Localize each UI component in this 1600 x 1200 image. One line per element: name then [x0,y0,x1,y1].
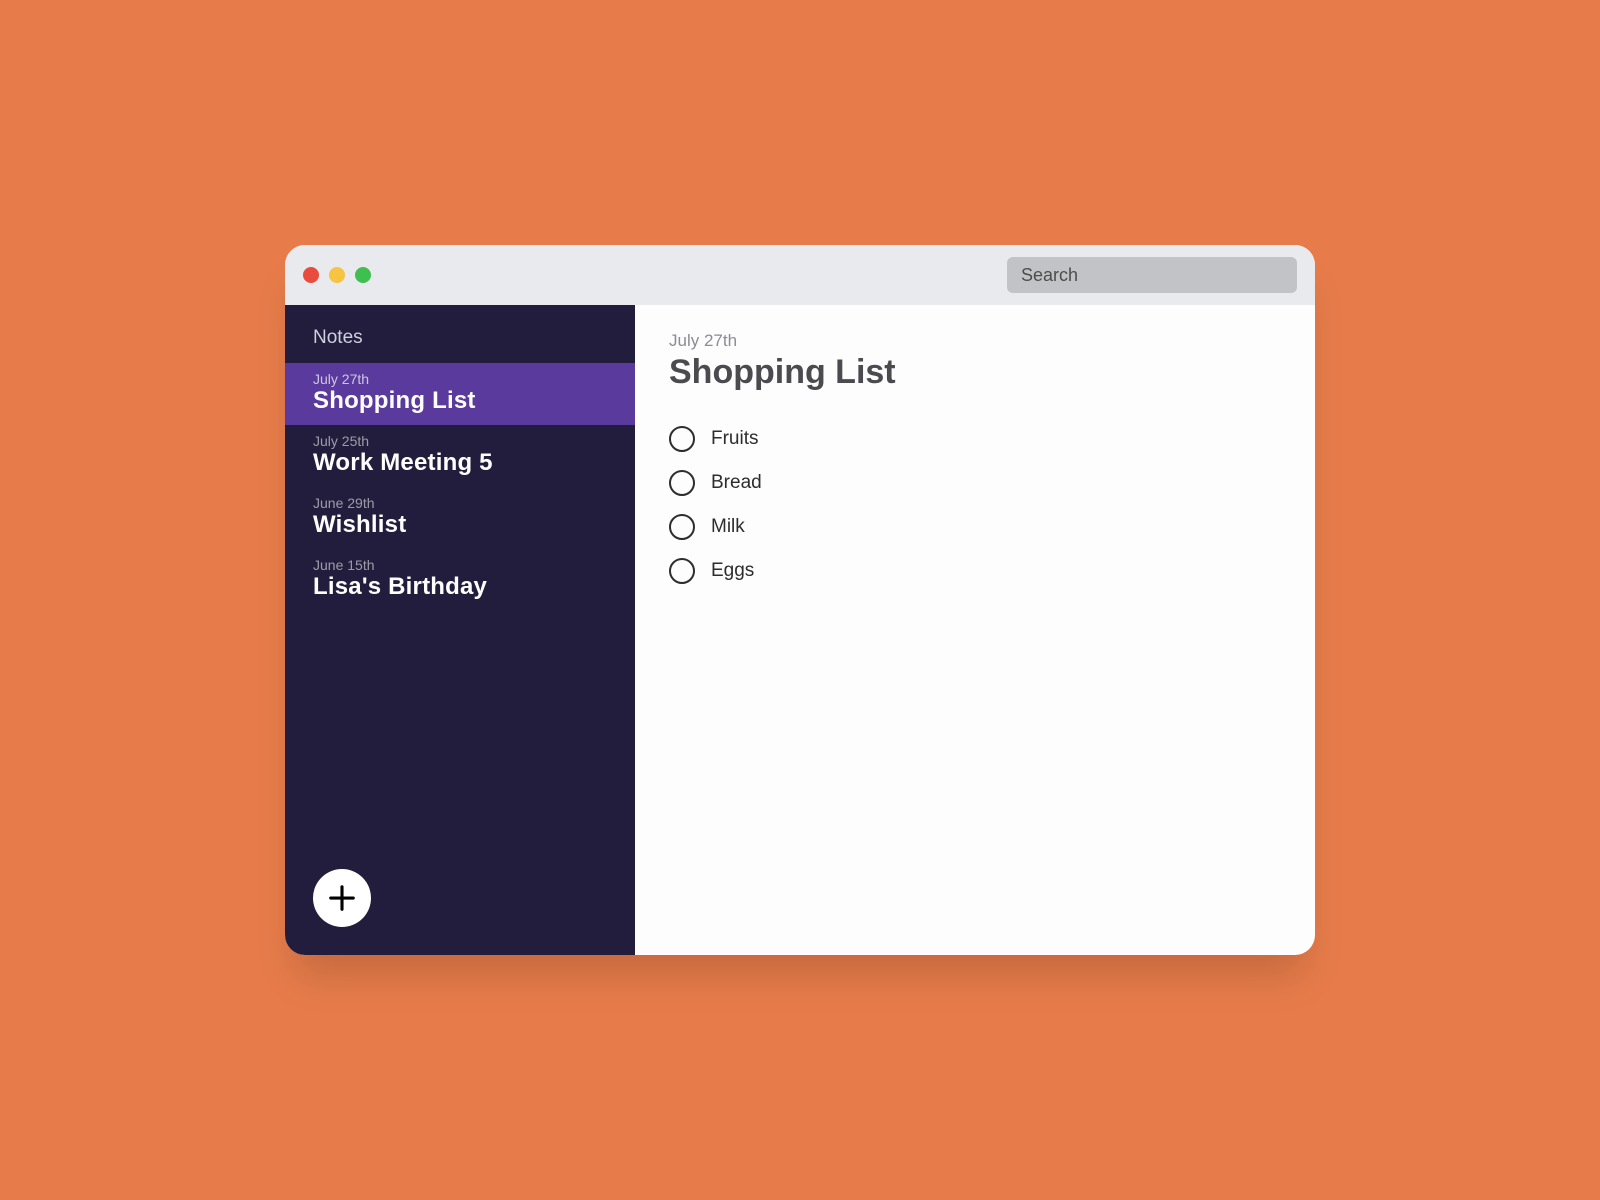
minimize-icon[interactable] [329,267,345,283]
sidebar-note-item[interactable]: July 25thWork Meeting 5 [285,425,635,487]
checklist-label: Eggs [711,560,754,582]
note-item-title: Wishlist [313,511,607,539]
note-list: July 27thShopping ListJuly 25thWork Meet… [285,363,635,611]
note-editor: July 27th Shopping List Fruits Bread Milk E… [635,305,1315,955]
checkbox-icon[interactable] [669,558,695,584]
checklist-item[interactable]: Milk [669,514,1281,540]
search-input[interactable] [1007,257,1297,293]
note-item-date: July 25th [313,433,607,449]
titlebar [285,245,1315,305]
checklist-label: Bread [711,472,762,494]
add-note-button[interactable] [313,869,371,927]
checkbox-icon[interactable] [669,514,695,540]
sidebar-note-item[interactable]: July 27thShopping List [285,363,635,425]
app-window: Notes July 27thShopping ListJuly 25thWor… [285,245,1315,955]
note-item-date: June 15th [313,557,607,573]
sidebar: Notes July 27thShopping ListJuly 25thWor… [285,305,635,955]
checkbox-icon[interactable] [669,426,695,452]
maximize-icon[interactable] [355,267,371,283]
checklist-item[interactable]: Fruits [669,426,1281,452]
app-body: Notes July 27thShopping ListJuly 25thWor… [285,305,1315,955]
checklist-label: Milk [711,516,745,538]
sidebar-note-item[interactable]: June 15thLisa's Birthday [285,549,635,611]
note-item-title: Lisa's Birthday [313,573,607,601]
close-icon[interactable] [303,267,319,283]
checklist: Fruits Bread Milk Eggs [669,426,1281,584]
note-item-date: June 29th [313,495,607,511]
note-item-date: July 27th [313,371,607,387]
window-controls [303,267,371,283]
checklist-label: Fruits [711,428,759,450]
note-item-title: Work Meeting 5 [313,449,607,477]
note-item-title: Shopping List [313,387,607,415]
checkbox-icon[interactable] [669,470,695,496]
sidebar-note-item[interactable]: June 29thWishlist [285,487,635,549]
plus-icon [327,883,357,913]
note-date: July 27th [669,331,1281,351]
note-title: Shopping List [669,353,1281,392]
sidebar-title: Notes [285,305,635,363]
checklist-item[interactable]: Bread [669,470,1281,496]
checklist-item[interactable]: Eggs [669,558,1281,584]
